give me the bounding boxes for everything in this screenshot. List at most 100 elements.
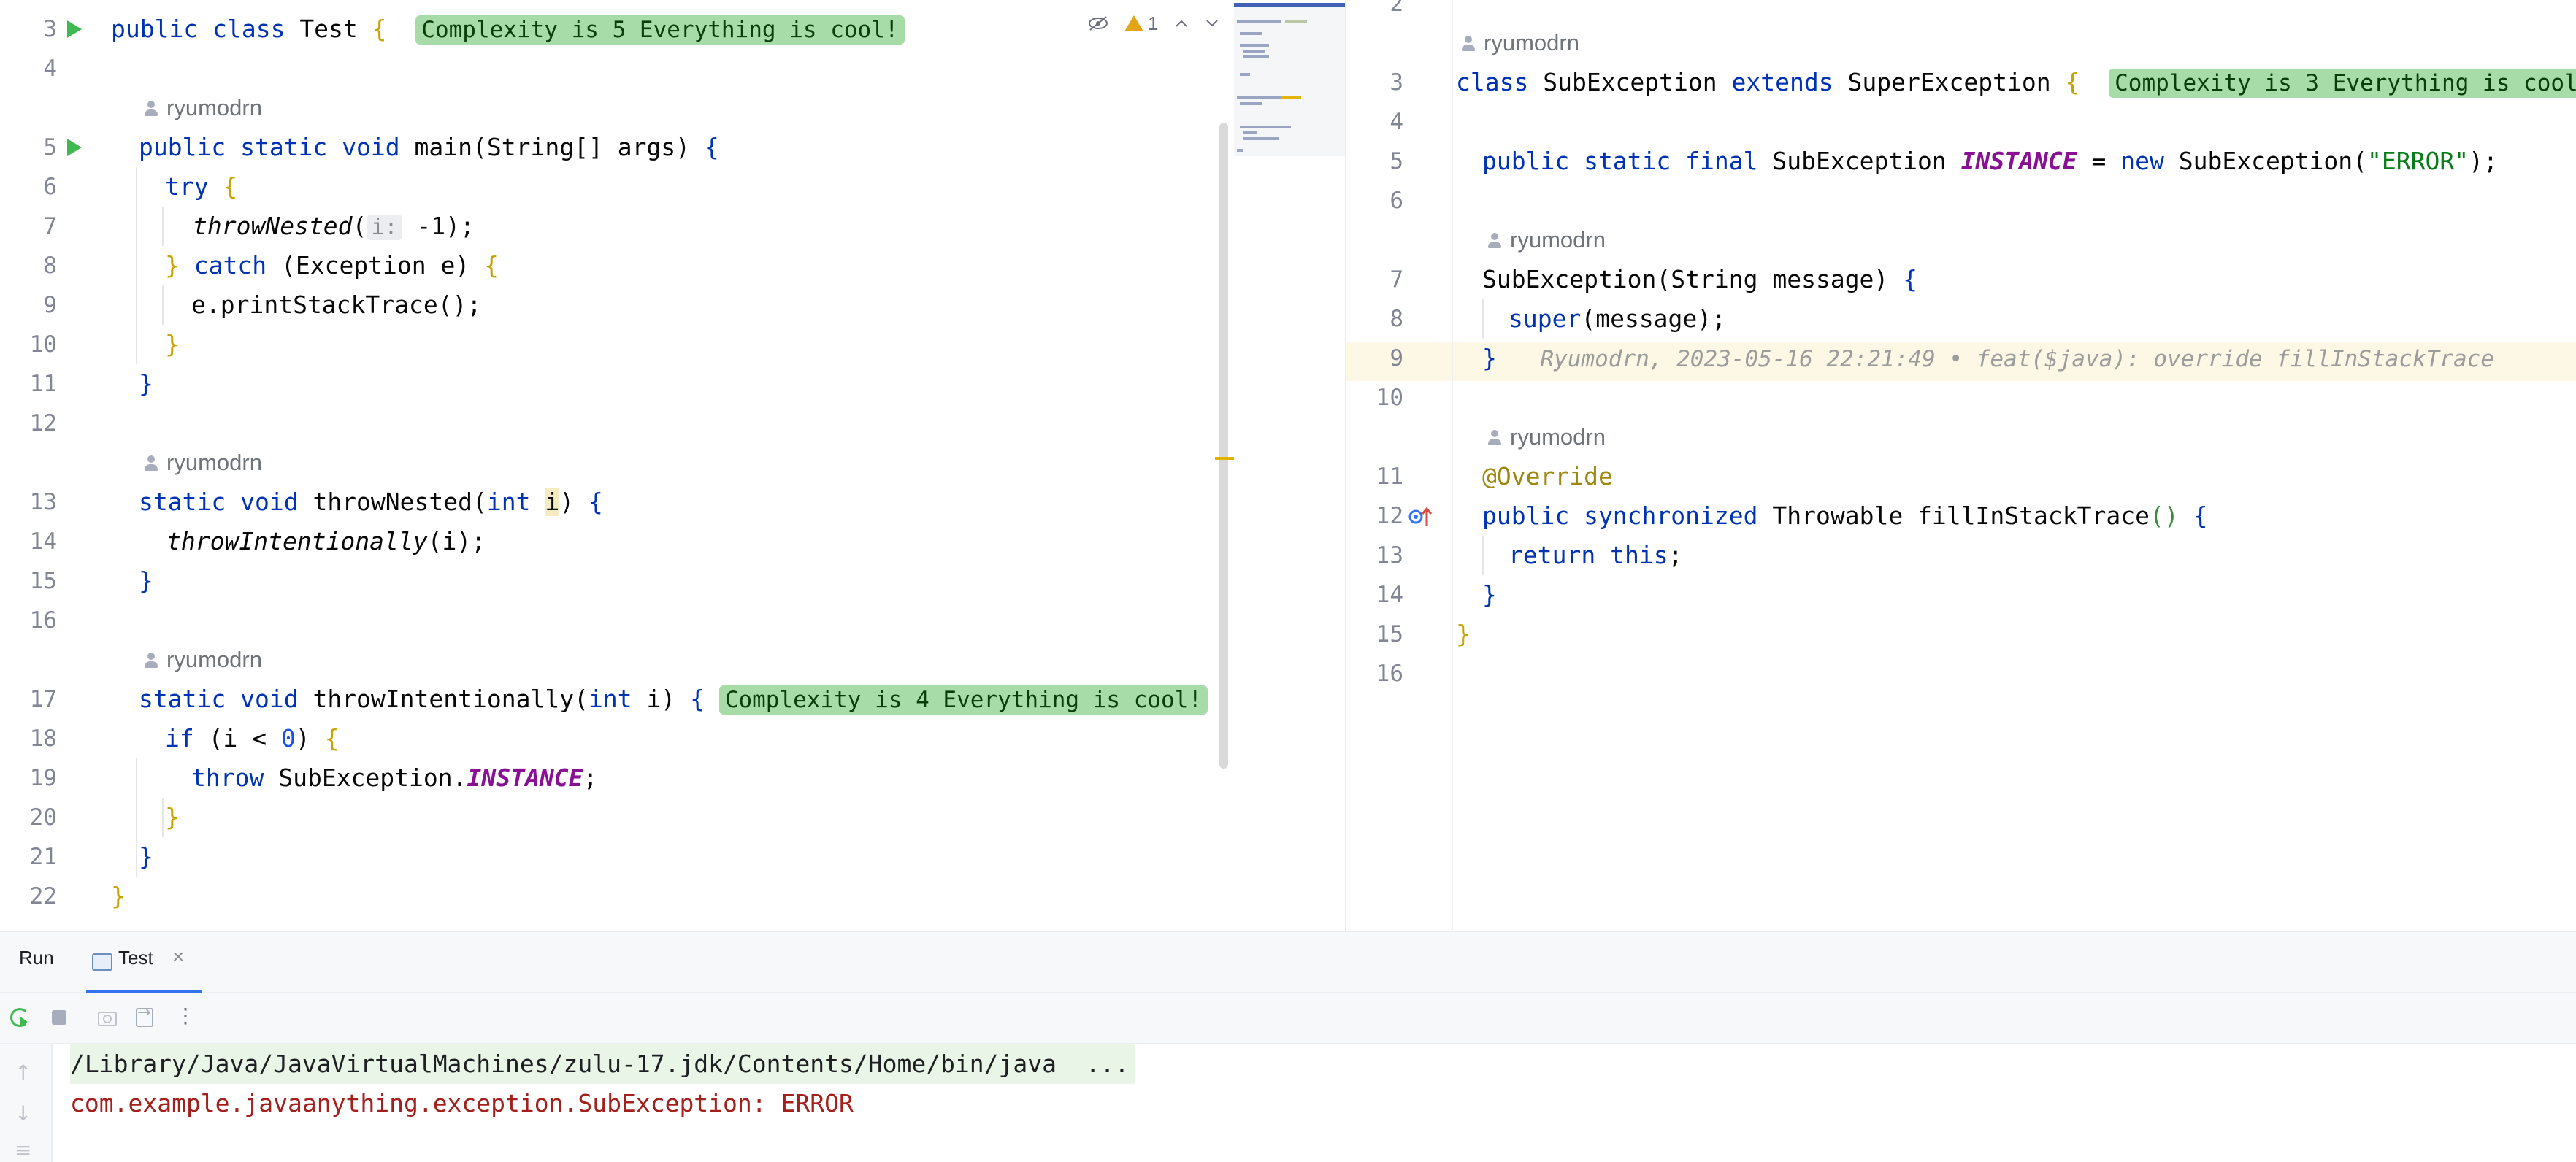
line-number: 5 <box>1389 148 1403 174</box>
person-icon <box>143 653 159 669</box>
code-line[interactable]: } <box>165 798 180 837</box>
line-number: 19 <box>29 765 57 791</box>
inline-blame-annotation[interactable]: Ryumodrn, 2023-05-16 22:21:49 • feat($ja… <box>1540 346 2493 372</box>
more-options-icon[interactable]: ⋮ <box>175 1004 196 1028</box>
code-line[interactable]: SubException(String message) { <box>1482 260 1917 299</box>
exit-icon[interactable] <box>136 1004 155 1027</box>
code-line[interactable]: e.printStackTrace(); <box>191 285 481 325</box>
tab-label: Test <box>118 947 153 969</box>
reader-mode-icon[interactable] <box>1088 15 1108 31</box>
code-line[interactable]: } <box>111 877 126 916</box>
chevron-up-icon[interactable] <box>1174 18 1189 28</box>
warnings-indicator[interactable]: 1 <box>1124 12 1158 35</box>
code-line[interactable]: return this; <box>1509 536 1682 575</box>
person-icon <box>143 101 159 117</box>
line-number: 4 <box>1389 109 1403 135</box>
line-number: 17 <box>29 686 57 712</box>
code-author-hint[interactable]: ryumodrn <box>143 443 262 482</box>
code-line[interactable]: } <box>1482 575 1497 615</box>
application-icon <box>92 953 112 971</box>
line-number: 14 <box>1376 582 1403 608</box>
vertical-scrollbar[interactable] <box>1219 123 1228 769</box>
code-line[interactable]: if (i < 0) { <box>165 719 339 758</box>
console-side-toolbar: ↑ ↓ ≡ <box>0 1044 53 1162</box>
line-number: 8 <box>43 253 57 279</box>
run-tabs-bar: Run Test × <box>0 932 2576 994</box>
line-number: 16 <box>1376 661 1403 687</box>
inspection-widget[interactable]: 1 <box>1088 7 1219 39</box>
run-main-icon[interactable] <box>67 139 82 156</box>
code-line[interactable]: } <box>139 364 153 404</box>
line-number: 14 <box>29 528 57 555</box>
run-class-icon[interactable] <box>67 20 82 38</box>
code-line[interactable]: public synchronized Throwable fillInStac… <box>1482 496 2207 536</box>
code-line[interactable]: try { <box>165 167 237 207</box>
code-line[interactable]: public class Test { Complexity is 5 Ever… <box>111 9 905 49</box>
code-line[interactable]: } <box>139 837 153 877</box>
tab-test[interactable]: Test × <box>86 932 202 994</box>
code-author-hint[interactable]: ryumodrn <box>143 88 262 128</box>
console-error-line[interactable]: com.example.javaanything.exception.SubEx… <box>70 1084 854 1123</box>
code-line[interactable]: } catch (Exception e) { <box>165 246 499 285</box>
line-number: 22 <box>29 883 57 909</box>
scroll-error-marker[interactable] <box>1215 457 1234 460</box>
code-line[interactable]: public static void main(String[] args) { <box>139 128 719 167</box>
run-tool-title: Run <box>19 947 54 969</box>
code-line[interactable]: throwIntentionally(i); <box>166 522 486 561</box>
line-number: 15 <box>1376 621 1403 647</box>
complexity-badge: Complexity is 4 Everything is cool! <box>718 685 1208 715</box>
code-line[interactable]: } <box>139 561 153 601</box>
code-author-hint[interactable]: ryumodrn <box>143 640 262 680</box>
code-line[interactable]: static void throwNested(int i) { <box>139 482 603 522</box>
line-number: 4 <box>43 55 57 82</box>
arrow-down-icon[interactable]: ↓ <box>15 1101 31 1126</box>
person-icon <box>1487 233 1503 249</box>
soft-wrap-icon[interactable]: ≡ <box>15 1138 31 1162</box>
line-number: 12 <box>29 410 57 436</box>
run-tool-window[interactable]: Run Test × ⋮ ↑ ↓ ≡ /Library/Java/JavaVir… <box>0 931 2576 1162</box>
code-line[interactable]: throwNested(i: -1); <box>193 207 475 246</box>
complexity-badge: Complexity is 3 Everything is cool! <box>2109 69 2576 98</box>
person-icon <box>143 455 159 472</box>
console-command-line[interactable]: /Library/Java/JavaVirtualMachines/zulu-1… <box>70 1044 1135 1084</box>
camera-icon[interactable] <box>98 1008 117 1027</box>
code-line[interactable]: } <box>1456 615 1471 654</box>
line-number: 5 <box>43 134 57 161</box>
code-line[interactable]: } <box>165 325 180 364</box>
line-number: 6 <box>1389 188 1403 214</box>
line-number: 8 <box>1389 306 1403 332</box>
line-number: 9 <box>43 292 57 318</box>
rerun-icon[interactable] <box>10 1008 29 1027</box>
line-number: 7 <box>1389 266 1403 293</box>
stop-icon[interactable] <box>50 1008 69 1027</box>
right-editor-pane[interactable]: 2 3 4 5 6 7 8 9 10 11 12 13 14 15 16 ryu… <box>1346 0 2576 931</box>
line-number: 20 <box>29 804 57 831</box>
code-author-hint[interactable]: ryumodrn <box>1460 23 1579 63</box>
line-number: 3 <box>1389 69 1403 96</box>
line-number: 21 <box>29 844 57 870</box>
arrow-up-icon[interactable]: ↑ <box>15 1061 31 1085</box>
line-number: 16 <box>29 607 57 634</box>
code-minimap[interactable] <box>1234 3 1345 156</box>
left-editor-pane[interactable]: 3 4 5 6 7 8 9 10 11 12 13 14 15 16 17 18… <box>0 0 1345 931</box>
code-line[interactable]: public static final SubException INSTANC… <box>1482 142 2498 181</box>
line-number: 11 <box>1376 463 1403 490</box>
code-line[interactable]: super(message); <box>1509 299 1726 339</box>
line-number: 13 <box>29 489 57 515</box>
close-icon[interactable]: × <box>172 945 184 969</box>
code-author-hint[interactable]: ryumodrn <box>1487 418 1606 457</box>
line-number: 18 <box>29 726 57 752</box>
code-line[interactable]: throw SubException.INSTANCE; <box>191 758 597 798</box>
line-number: 2 <box>1389 0 1403 17</box>
line-number: 10 <box>29 331 57 358</box>
line-number: 11 <box>29 371 57 397</box>
code-line[interactable]: @Override <box>1482 457 1613 496</box>
chevron-down-icon[interactable] <box>1205 18 1219 28</box>
code-line[interactable]: static void throwIntentionally(int i) { … <box>139 680 1208 719</box>
line-number: 15 <box>29 568 57 594</box>
line-number: 9 <box>1389 345 1403 372</box>
code-line[interactable]: } Ryumodrn, 2023-05-16 22:21:49 • feat($… <box>1482 339 2494 378</box>
override-method-icon[interactable] <box>1408 505 1434 528</box>
code-author-hint[interactable]: ryumodrn <box>1487 220 1606 260</box>
code-line[interactable]: class SubException extends SuperExceptio… <box>1456 63 2576 102</box>
